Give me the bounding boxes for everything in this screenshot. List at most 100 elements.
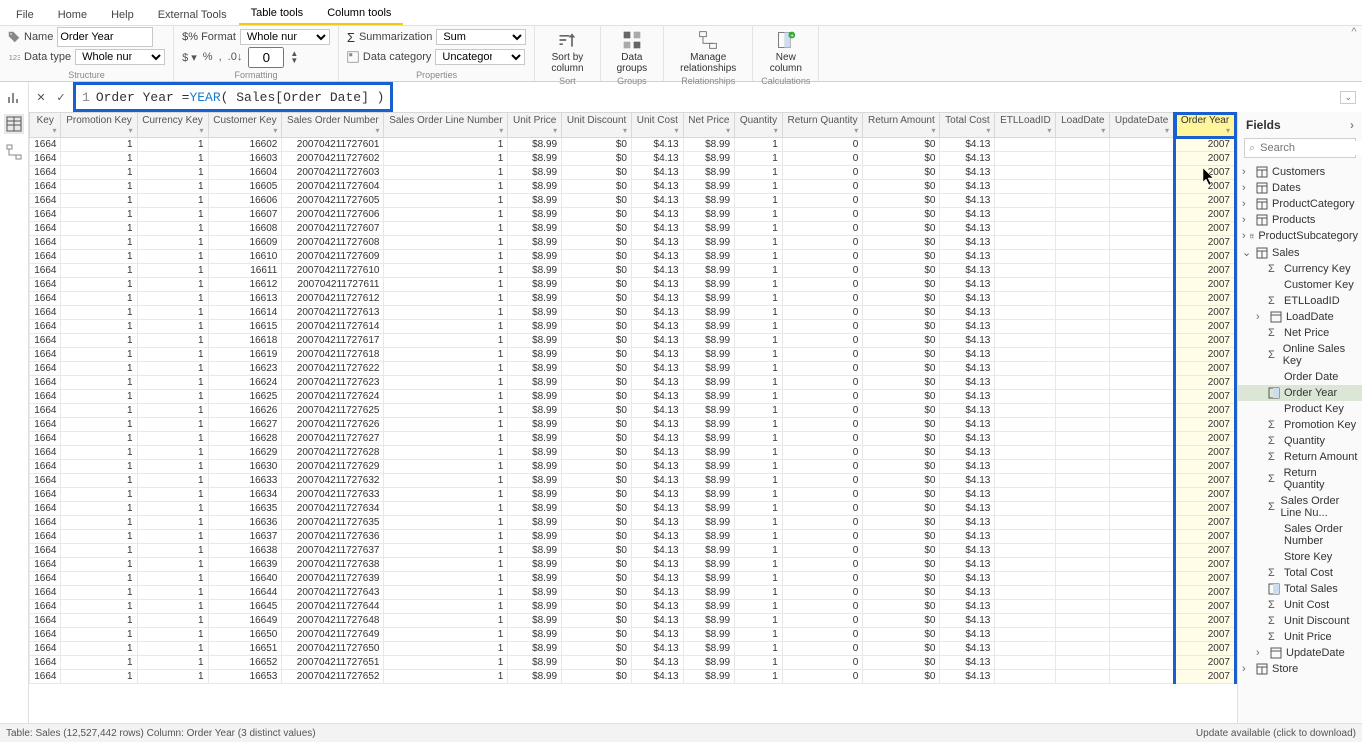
cell[interactable]: [995, 446, 1056, 460]
cell[interactable]: 1: [384, 418, 508, 432]
cell[interactable]: $0: [562, 376, 632, 390]
cell[interactable]: 0: [782, 236, 862, 250]
cell[interactable]: [1056, 180, 1110, 194]
cell[interactable]: 200704211727628: [282, 446, 384, 460]
cell[interactable]: 1: [61, 516, 137, 530]
cell[interactable]: 1: [137, 152, 208, 166]
cell[interactable]: [1056, 460, 1110, 474]
cell[interactable]: 0: [782, 362, 862, 376]
cell[interactable]: $8.99: [508, 152, 562, 166]
cell[interactable]: $8.99: [683, 222, 735, 236]
cell[interactable]: 1: [384, 362, 508, 376]
cell[interactable]: 0: [782, 306, 862, 320]
cell[interactable]: 1: [61, 474, 137, 488]
cell[interactable]: [1110, 180, 1175, 194]
cell[interactable]: [1110, 250, 1175, 264]
cell[interactable]: 0: [782, 488, 862, 502]
fields-column[interactable]: Product Key: [1238, 401, 1362, 417]
cell[interactable]: 16618: [208, 334, 282, 348]
cell[interactable]: $8.99: [508, 656, 562, 670]
cell[interactable]: $0: [863, 670, 940, 684]
cell[interactable]: 0: [782, 208, 862, 222]
cell[interactable]: 1: [137, 600, 208, 614]
table-row[interactable]: 166411166342007042117276331$8.99$0$4.13$…: [30, 488, 1236, 502]
fields-column[interactable]: ›LoadDate: [1238, 309, 1362, 325]
cell[interactable]: $8.99: [508, 390, 562, 404]
cell[interactable]: $0: [863, 418, 940, 432]
column-header[interactable]: Net Price▾: [683, 113, 735, 138]
cell[interactable]: [1110, 376, 1175, 390]
cell[interactable]: 16605: [208, 180, 282, 194]
cell[interactable]: $8.99: [683, 460, 735, 474]
cell[interactable]: $8.99: [508, 222, 562, 236]
cell[interactable]: $0: [863, 278, 940, 292]
cell[interactable]: [1110, 404, 1175, 418]
cell[interactable]: 0: [782, 656, 862, 670]
cell[interactable]: 0: [782, 250, 862, 264]
cell[interactable]: 0: [782, 558, 862, 572]
cell[interactable]: 0: [782, 502, 862, 516]
cell[interactable]: $8.99: [508, 530, 562, 544]
cell[interactable]: $0: [562, 278, 632, 292]
cell[interactable]: 1664: [30, 208, 61, 222]
cell[interactable]: $8.99: [508, 614, 562, 628]
cell[interactable]: 1: [384, 292, 508, 306]
fields-column[interactable]: ΣNet Price: [1238, 325, 1362, 341]
cell[interactable]: $8.99: [508, 306, 562, 320]
cell[interactable]: 200704211727650: [282, 642, 384, 656]
cell[interactable]: 1: [384, 222, 508, 236]
cell[interactable]: 1: [735, 166, 783, 180]
cell[interactable]: $8.99: [683, 586, 735, 600]
cell[interactable]: 1: [61, 572, 137, 586]
menu-tab-help[interactable]: Help: [99, 5, 146, 25]
cell[interactable]: [995, 460, 1056, 474]
cell[interactable]: 0: [782, 404, 862, 418]
cell[interactable]: 1: [137, 208, 208, 222]
cell[interactable]: 1664: [30, 488, 61, 502]
summarization-select[interactable]: Sum: [436, 29, 526, 45]
cell[interactable]: $8.99: [508, 670, 562, 684]
cell[interactable]: $4.13: [940, 670, 995, 684]
cell[interactable]: 16602: [208, 138, 282, 152]
column-header[interactable]: Sales Order Number▾: [282, 113, 384, 138]
cell[interactable]: $8.99: [508, 138, 562, 152]
cell[interactable]: 1: [735, 600, 783, 614]
cell[interactable]: 1: [61, 208, 137, 222]
cell[interactable]: [995, 376, 1056, 390]
cell[interactable]: [1110, 432, 1175, 446]
cell[interactable]: $4.13: [632, 180, 684, 194]
cell[interactable]: [1110, 460, 1175, 474]
cell[interactable]: 1664: [30, 222, 61, 236]
cell[interactable]: $4.13: [632, 418, 684, 432]
cell[interactable]: $8.99: [508, 292, 562, 306]
cell[interactable]: $4.13: [632, 530, 684, 544]
cell[interactable]: 200704211727632: [282, 474, 384, 488]
cell[interactable]: 1: [735, 320, 783, 334]
cell[interactable]: 16607: [208, 208, 282, 222]
percent-button[interactable]: %: [203, 51, 213, 63]
cell[interactable]: $4.13: [940, 208, 995, 222]
cell[interactable]: 2007: [1175, 530, 1236, 544]
cell[interactable]: 1: [137, 236, 208, 250]
cell[interactable]: 1: [384, 614, 508, 628]
cell[interactable]: 1: [384, 628, 508, 642]
cell[interactable]: [1056, 558, 1110, 572]
model-view-button[interactable]: [4, 142, 24, 162]
cell[interactable]: $8.99: [683, 404, 735, 418]
cell[interactable]: 1: [61, 320, 137, 334]
cell[interactable]: [995, 670, 1056, 684]
cell[interactable]: 16603: [208, 152, 282, 166]
cell[interactable]: [995, 544, 1056, 558]
cell[interactable]: 1664: [30, 278, 61, 292]
cell[interactable]: $8.99: [508, 544, 562, 558]
fields-column[interactable]: ΣOnline Sales Key: [1238, 341, 1362, 369]
cell[interactable]: $4.13: [940, 474, 995, 488]
cell[interactable]: [1056, 390, 1110, 404]
cell[interactable]: 1: [735, 334, 783, 348]
cell[interactable]: 1: [61, 544, 137, 558]
cell[interactable]: $0: [863, 530, 940, 544]
cell[interactable]: 200704211727626: [282, 418, 384, 432]
cell[interactable]: $8.99: [508, 642, 562, 656]
cell[interactable]: 1664: [30, 306, 61, 320]
cell[interactable]: 1: [61, 432, 137, 446]
